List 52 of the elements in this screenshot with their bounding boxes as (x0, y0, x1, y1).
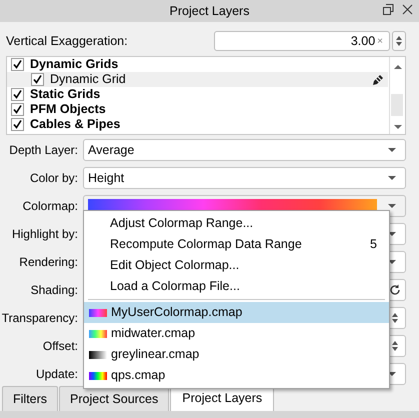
spin-arrows-icon (391, 312, 399, 324)
spin-arrows-icon (391, 340, 399, 352)
refresh-icon (389, 284, 401, 296)
checkbox[interactable] (11, 103, 24, 116)
scrollbar-thumb[interactable] (391, 94, 403, 116)
field-label: Color by: (28, 170, 79, 187)
menu-item[interactable]: Recompute Colormap Data Range 5 (84, 234, 389, 255)
caret-icon (387, 371, 397, 377)
field-label: Depth Layer: (8, 142, 79, 159)
menu-item[interactable]: Adjust Colormap Range... (84, 213, 389, 234)
colormap-swatch (89, 372, 107, 380)
tree-item[interactable]: Dynamic Grids (7, 57, 388, 72)
menu-item[interactable]: midwater.cmap (84, 323, 389, 344)
menu-item[interactable]: Edit Object Colormap... (84, 255, 389, 276)
dropdown[interactable]: Average (83, 139, 406, 161)
caret-icon (387, 147, 397, 153)
tree-item[interactable]: Static Grids (7, 87, 388, 102)
menu-item[interactable]: greylinear.cmap (84, 344, 389, 365)
menu-item[interactable]: qps.cmap (84, 365, 389, 386)
close-icon[interactable] (402, 4, 413, 15)
float-icon[interactable] (383, 4, 394, 15)
field-label: Colormap: (22, 198, 79, 215)
tree-item[interactable]: Dynamic Grid (7, 72, 388, 87)
number-field[interactable]: 3.00 × (214, 31, 390, 51)
caret-icon (387, 175, 397, 181)
resize-grip[interactable] (0, 411, 419, 418)
caret-icon (387, 203, 397, 209)
field-label: Shading: (30, 282, 79, 299)
spin-arrows[interactable] (392, 31, 406, 51)
caret-icon (387, 231, 397, 237)
field-label: Transparency: (0, 310, 79, 327)
checkbox[interactable] (11, 88, 24, 101)
field-label: Offset: (42, 338, 79, 355)
tree-item[interactable]: PFM Objects (7, 102, 388, 117)
tree-item[interactable]: Cables & Pipes (7, 117, 388, 132)
field-label: Vertical Exaggeration: (6, 32, 128, 50)
checkbox[interactable] (11, 118, 24, 131)
caret-icon (387, 259, 397, 265)
checkbox[interactable] (31, 73, 44, 86)
field-label: Highlight by: (10, 226, 79, 243)
scrollbar[interactable] (389, 57, 405, 134)
tab[interactable]: Filters (2, 386, 58, 413)
menu-item[interactable]: MyUserColormap.cmap (84, 302, 389, 323)
colormap-swatch (89, 308, 107, 316)
checkbox[interactable] (11, 58, 24, 71)
colormap-swatch (89, 330, 107, 338)
window-title: Project Layers (170, 3, 250, 20)
field-label: Rendering: (18, 254, 79, 271)
menu-item[interactable]: Load a Colormap File... (84, 276, 389, 297)
field-label: Update: (34, 366, 79, 383)
colormap-swatch (89, 350, 107, 358)
dropdown[interactable]: Height (83, 167, 406, 189)
